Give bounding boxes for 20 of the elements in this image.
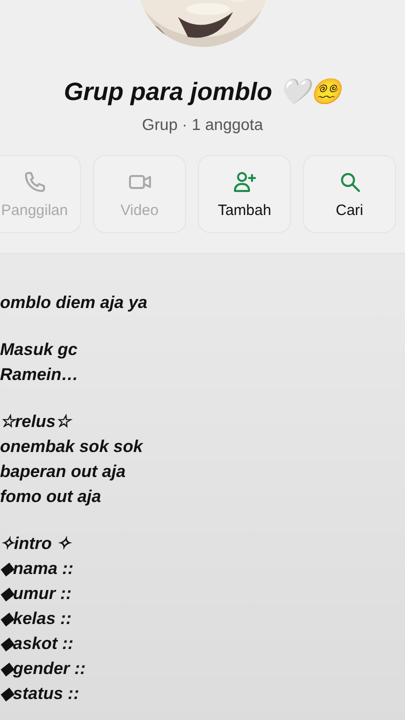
description-line: ◆nama :: <box>0 558 74 580</box>
description-line: ◆status :: <box>0 683 80 705</box>
description-line: ◆gender :: <box>0 658 87 680</box>
description-line: omblo diem aja ya <box>0 292 148 314</box>
action-button[interactable]: Tambah <box>198 155 291 233</box>
phone-icon <box>22 170 46 194</box>
description-line: fomo out aja <box>0 486 102 508</box>
action-button[interactable]: Cari <box>303 155 396 233</box>
description-line: Ramein… <box>0 364 80 386</box>
add-person-icon <box>232 170 256 194</box>
group-name: Grup para jomblo 🤍😵‍💫 <box>64 77 342 107</box>
description-line: ◆askot :: <box>0 633 74 655</box>
description-line: ✧intro ✧ <box>0 533 73 555</box>
description-line: ◆kelas :: <box>0 608 73 630</box>
group-subtitle: Grup · 1 anggota <box>142 117 263 135</box>
description-line: Masuk gc <box>0 339 78 361</box>
description-line: ☆relus☆ <box>0 411 74 433</box>
description-line: ◆umur :: <box>0 583 73 605</box>
description-line: onembak sok sok <box>0 436 144 458</box>
description-line: baperan out aja <box>0 461 127 483</box>
